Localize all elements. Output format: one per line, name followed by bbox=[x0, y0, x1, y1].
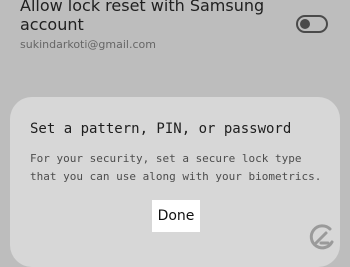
dialog-message: For your security, set a secure lock typ… bbox=[30, 152, 322, 183]
setting-title: Allow lock reset with Samsung account bbox=[20, 0, 265, 34]
set-lock-dialog: Set a pattern, PIN, or password For your… bbox=[10, 97, 340, 267]
toggle-knob bbox=[300, 19, 310, 29]
account-email: sukindarkoti@gmail.com bbox=[20, 38, 156, 51]
lock-reset-toggle[interactable] bbox=[296, 15, 328, 33]
gadgets-logo-icon bbox=[309, 224, 334, 250]
lock-reset-setting-row[interactable]: Allow lock reset with Samsung account su… bbox=[0, 0, 350, 96]
done-button[interactable]: Done bbox=[152, 200, 200, 232]
dialog-title: Set a pattern, PIN, or password bbox=[30, 121, 292, 137]
